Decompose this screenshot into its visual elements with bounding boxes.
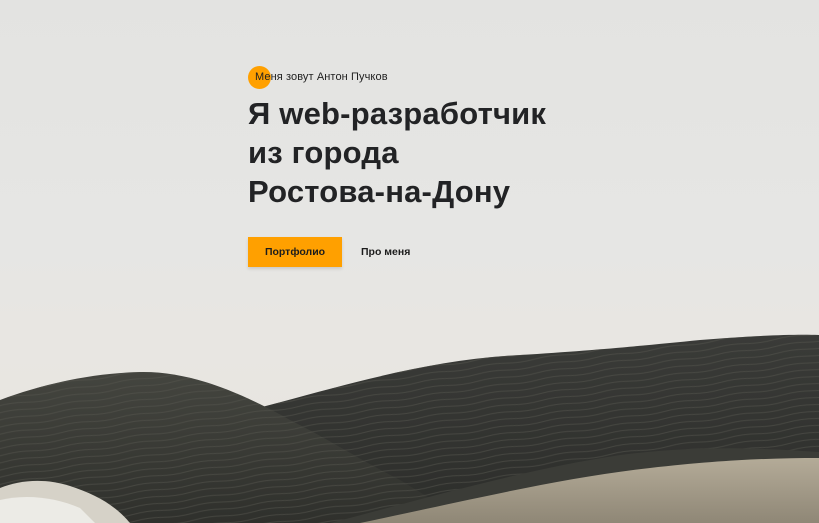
about-link[interactable]: Про меня (361, 246, 410, 258)
headline-line-2: из города (248, 135, 399, 170)
hero-actions: Портфолио Про меня (248, 237, 668, 267)
page-title: Я web-разработчик из города Ростова-на-Д… (248, 94, 668, 211)
hero-section: Меня зовут Антон Пучков Я web-разработчи… (0, 0, 819, 523)
headline-line-1-rest: разработчик (350, 96, 547, 131)
portfolio-button[interactable]: Портфолио (248, 237, 342, 267)
headline-line-1: Я web-разработчик (248, 94, 668, 133)
headline-line-3: Ростова-на-Дону (248, 174, 511, 209)
intro-text: Меня зовут Антон Пучков (255, 71, 388, 83)
headline-bold: Я web- (248, 96, 351, 131)
intro-line: Меня зовут Антон Пучков (248, 66, 668, 89)
hero-content: Меня зовут Антон Пучков Я web-разработчи… (248, 66, 668, 267)
